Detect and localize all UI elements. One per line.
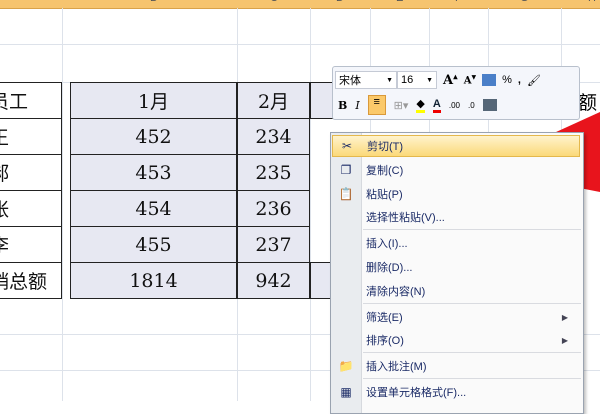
menu-separator xyxy=(363,229,581,230)
format-cells-icon: ▦ xyxy=(340,385,352,399)
submenu-arrow-icon: ▶ xyxy=(561,312,568,322)
menu-item-label: 删除(D)... xyxy=(366,262,413,274)
submenu-arrow-icon: ▶ xyxy=(561,335,568,345)
borders-icon[interactable]: ⊞▾ xyxy=(394,99,409,112)
menu-item-label: 选择性粘贴(V)... xyxy=(366,212,445,224)
menu-item[interactable]: 排序(O) ▶ xyxy=(332,329,580,351)
size-value: 16 xyxy=(401,74,414,86)
percent-button[interactable]: % xyxy=(502,74,512,86)
menu-item[interactable]: ❐ 复制(C) xyxy=(332,159,580,181)
accounting-format-icon[interactable] xyxy=(482,74,497,86)
menu-item[interactable]: 清除内容(N) xyxy=(332,280,580,302)
bold-icon[interactable]: B xyxy=(338,99,347,112)
menu-item-label: 粘贴(P) xyxy=(366,189,403,201)
menu-item-label: 筛选(E) xyxy=(366,312,403,324)
menu-item[interactable]: 插入(I)... xyxy=(332,232,580,254)
menu-item[interactable]: 选择性粘贴(V)... xyxy=(332,206,580,228)
menu-item-label: 排序(O) xyxy=(366,335,404,347)
increase-decimal-icon[interactable]: .00 xyxy=(449,101,460,110)
menu-item[interactable]: 📋 粘贴(P) xyxy=(332,183,580,205)
comma-button[interactable]: , xyxy=(518,74,521,86)
merge-cells-icon[interactable] xyxy=(482,99,497,111)
font-select[interactable]: 宋体 ▼ xyxy=(335,71,397,89)
font-value: 宋体 xyxy=(339,75,361,87)
menu-item-label: 插入(I)... xyxy=(366,238,408,250)
menu-separator xyxy=(363,303,581,304)
menu-item-label: 剪切(T) xyxy=(367,141,404,153)
folder-icon: 📁 xyxy=(338,359,354,373)
menu-item-label: 复制(C) xyxy=(366,165,404,177)
paste-icon: 📋 xyxy=(338,187,354,201)
mini-toolbar: 宋体 ▼ 16 ▼ A▲ A▼ % , 🖌 B I ≡ ⊞▾ ◆ A .00 .0 xyxy=(332,66,580,120)
context-menu: ✂ 剪切(T) ❐ 复制(C) 📋 粘贴(P) 选择性粘贴(V)... 插入(I)... 删除(… xyxy=(330,132,584,414)
format-painter-icon[interactable]: 🖌 xyxy=(527,74,541,87)
menu-separator xyxy=(363,352,581,353)
scissors-icon: ✂ xyxy=(341,139,353,153)
menu-item-label: 设置单元格格式(F)... xyxy=(366,387,467,399)
copy-icon: ❐ xyxy=(340,163,352,177)
grow-font-icon[interactable]: A▲ xyxy=(443,73,458,88)
menu-item[interactable]: 📁 插入批注(M) xyxy=(332,355,580,377)
italic-icon[interactable]: I xyxy=(355,99,359,112)
center-align-icon[interactable]: ≡ xyxy=(367,95,386,115)
menu-item[interactable]: ▦ 设置单元格格式(F)... xyxy=(332,381,580,403)
shrink-font-icon[interactable]: A▼ xyxy=(464,74,476,86)
size-select[interactable]: 16 ▼ xyxy=(397,71,437,89)
menu-item[interactable]: ✂ 剪切(T) xyxy=(332,135,580,157)
menu-item-label: 清除内容(N) xyxy=(366,286,426,298)
fill-color-icon[interactable]: ◆ xyxy=(416,97,425,113)
decrease-decimal-icon[interactable]: .0 xyxy=(468,101,475,110)
menu-item[interactable]: 筛选(E) ▶ xyxy=(332,306,580,328)
menu-separator xyxy=(363,378,581,379)
menu-item-label: 插入批注(M) xyxy=(366,361,427,373)
menu-item[interactable]: 删除(D)... xyxy=(332,256,580,278)
font-color-icon[interactable]: A xyxy=(432,98,441,113)
